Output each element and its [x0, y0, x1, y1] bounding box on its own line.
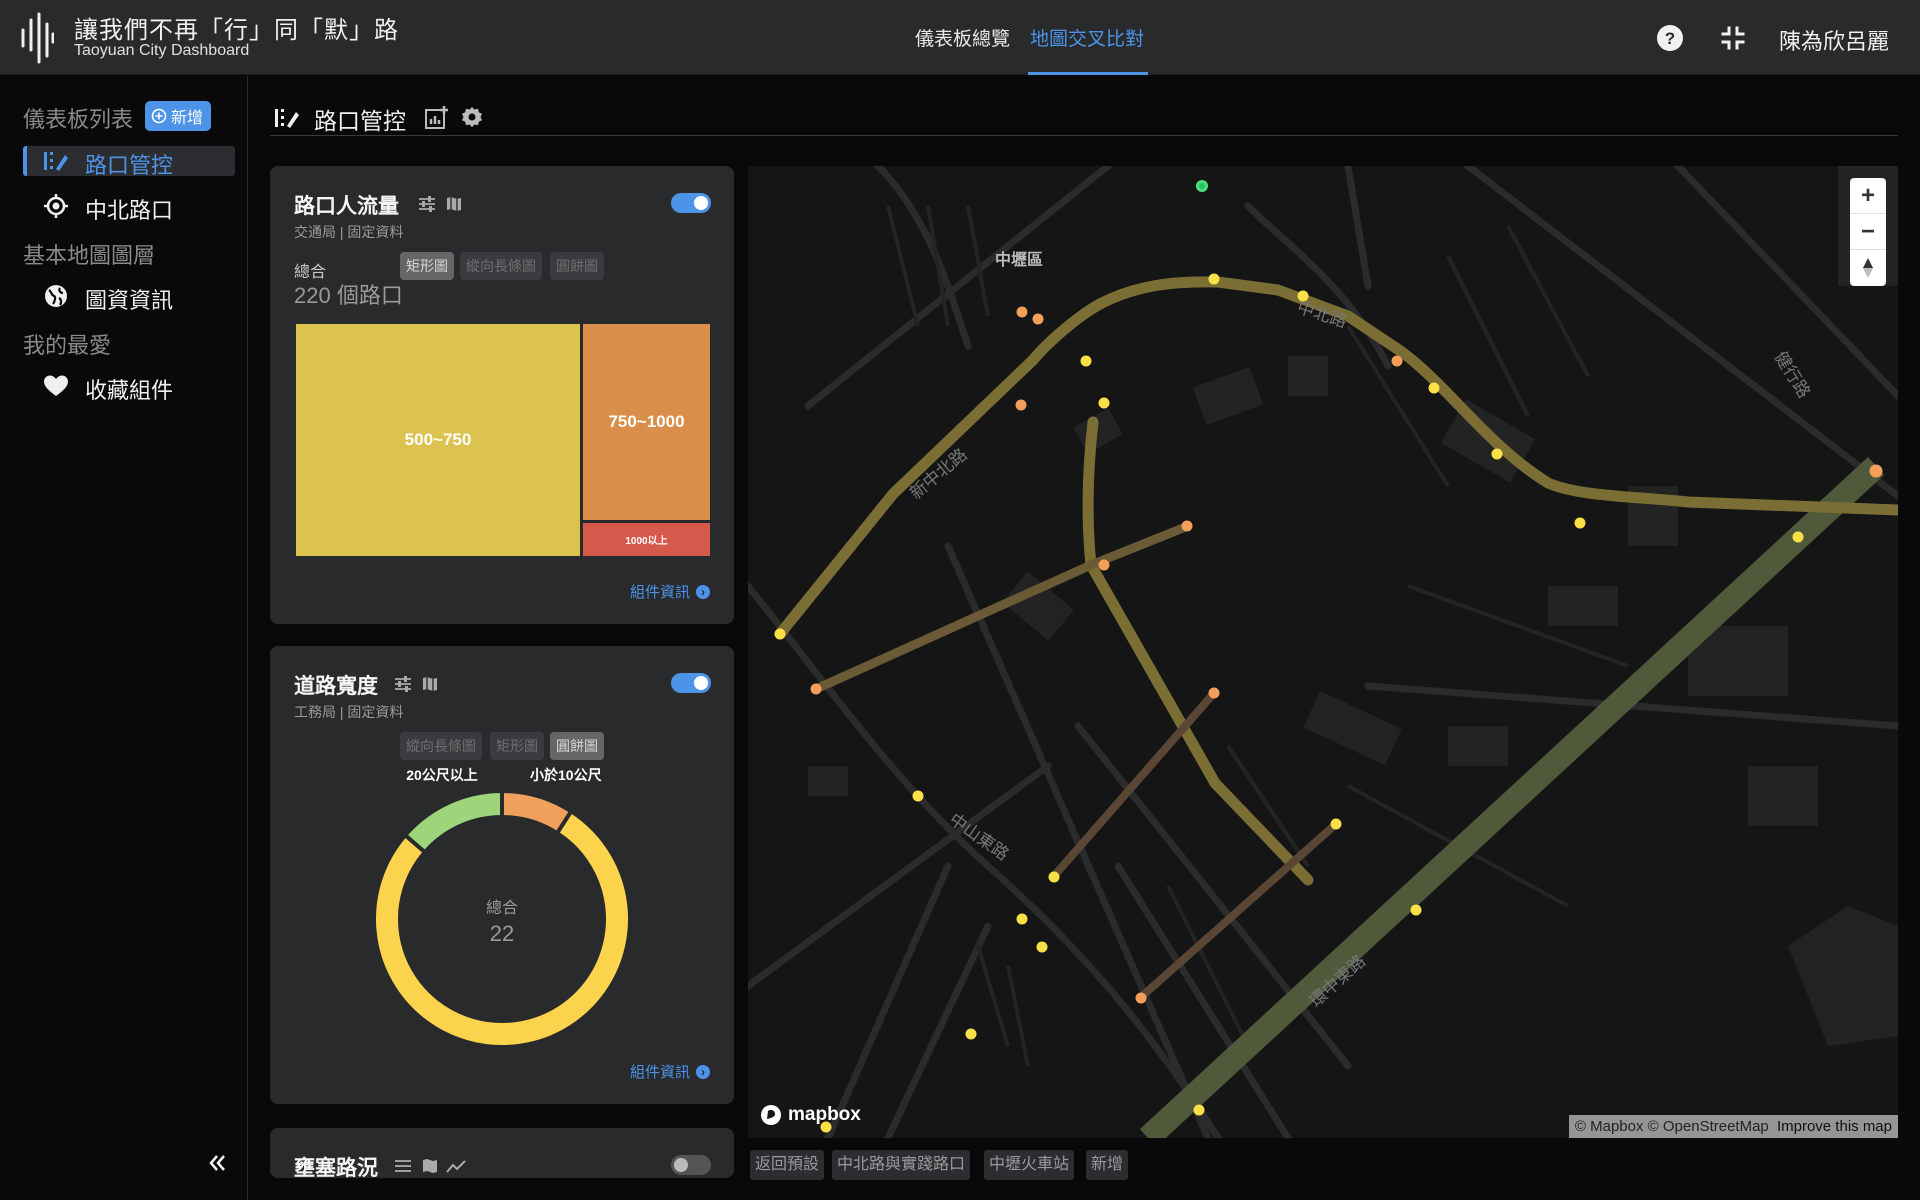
tab-map-cross-compare[interactable]: 地圖交叉比對 [1030, 24, 1144, 51]
sidebar-item-zhongbei-intersection[interactable]: 中北路口 [23, 191, 235, 223]
sidebar-item-map-info[interactable]: 圖資資訊 [23, 281, 235, 313]
crosshair-icon [44, 194, 68, 218]
add-circle-icon [151, 108, 167, 124]
card-source: 交通局 | 固定資料 [294, 224, 404, 240]
donut-total-label: 總合 [486, 899, 518, 917]
widget-info-label: 組件資訊 [629, 1064, 690, 1081]
improve-map-link[interactable]: Improve this map [1777, 1118, 1892, 1135]
help-icon[interactable]: ? [1656, 24, 1684, 52]
sidebar-item-favorites[interactable]: 收藏組件 [23, 371, 235, 403]
widget-card-road-width: 道路寬度 工務局 | 固定資料 縱向長條圖 矩形圖 圓餅圖 小於10公尺 10-2… [270, 646, 734, 1104]
intersection-icon [275, 109, 299, 128]
zoom-in-button[interactable]: + [1850, 178, 1886, 214]
page-title: 路口管控 [314, 108, 406, 134]
chart-type-pie[interactable]: 圓餅圖 [550, 732, 604, 760]
sidebar-item-label: 圖資資訊 [85, 288, 174, 313]
donut-total-value: 22 [490, 921, 514, 946]
new-dashboard-label: 新增 [171, 110, 204, 127]
basemap-layers-heading: 基本地圖圖層 [23, 243, 156, 268]
mapbox-logo-icon [761, 1105, 781, 1125]
donut-slice[interactable] [402, 788, 504, 856]
settings-gear-icon[interactable] [460, 106, 484, 130]
chart-type-pie[interactable]: 圓餅圖 [550, 252, 604, 280]
widget-visibility-toggle[interactable] [671, 193, 711, 213]
active-tab-indicator [1028, 72, 1148, 75]
chart-type-treemap[interactable]: 矩形圖 [490, 732, 544, 760]
donut-slice-label: 小於10公尺 [530, 767, 602, 783]
bookmark-zhongbei-shijian[interactable]: 中北路與實踐路口 [832, 1150, 971, 1180]
card-title: 路口人流量 [294, 195, 399, 218]
sidebar-item-label: 中北路口 [85, 198, 174, 223]
attribution-text: © Mapbox © OpenStreetMap [1574, 1118, 1769, 1135]
collapse-sidebar-icon[interactable] [206, 1152, 228, 1174]
treemap-cell[interactable]: 1000以上 [583, 523, 710, 556]
treemap-cell[interactable]: 750~1000 [583, 324, 710, 520]
chart-type-column[interactable]: 縱向長條圖 [460, 252, 542, 280]
widget-info-link[interactable]: 組件資訊 › [630, 581, 710, 602]
globe-icon [45, 285, 67, 307]
road-label: 健行路 [1771, 348, 1814, 401]
chart-type-column[interactable]: 縱向長條圖 [400, 732, 482, 760]
map-canvas[interactable]: 新中北路 中北路 中山東路 環中東路 健行路 [748, 166, 1898, 1138]
map-layer-icon[interactable] [446, 196, 462, 212]
map-layer-icon[interactable] [422, 1158, 438, 1174]
bookmark-add[interactable]: 新增 [1086, 1150, 1129, 1180]
sidebar-item-label: 路口管控 [85, 153, 174, 178]
card-source: 工務局 | 固定資料 [294, 704, 404, 720]
page-header: 路口管控 [270, 100, 1898, 136]
zoom-out-button[interactable]: − [1850, 214, 1886, 250]
widget-info-link[interactable]: 組件資訊 › [630, 1061, 710, 1082]
info-arrow-icon: › [696, 1064, 710, 1079]
widget-card-pedestrian-flow: 路口人流量 交通局 | 固定資料 矩形圖 縱向長條圖 圓餅圖 總合 220 個路… [270, 166, 734, 624]
filter-sliders-icon[interactable] [394, 676, 412, 692]
compass-icon [1863, 258, 1873, 278]
filter-sliders-icon[interactable] [418, 196, 436, 212]
add-chart-icon[interactable] [424, 106, 448, 130]
collapse-fullscreen-icon[interactable] [1719, 24, 1747, 52]
donut-slice-label: 20公尺以上 [406, 767, 478, 783]
app-subtitle: Taoyuan City Dashboard [74, 42, 250, 59]
mapbox-logo[interactable]: mapbox [760, 1104, 861, 1126]
card-title: 道路寬度 [294, 675, 378, 698]
new-dashboard-button[interactable]: 新增 [145, 101, 212, 131]
treemap-cell[interactable]: 500~750 [296, 324, 580, 556]
sidebar-item-intersection-control[interactable]: 路口管控 [23, 146, 235, 178]
user-name[interactable]: 陳為欣呂麗 [1779, 24, 1889, 56]
svg-text:?: ? [1665, 29, 1675, 48]
intersection-icon [44, 152, 68, 171]
mapbox-logo-text: mapbox [788, 1104, 861, 1125]
filter-sliders-icon[interactable] [394, 1158, 412, 1174]
total-value: 220 個路口 [294, 283, 403, 308]
donut-slice-label: 10-20公尺 [470, 1053, 534, 1054]
app-title: 讓我們不再「行」同「默」路 [74, 17, 399, 44]
app-logo-icon [21, 12, 54, 64]
zoom-control: + − [1850, 178, 1886, 286]
widget-info-label: 組件資訊 [629, 584, 690, 601]
dashboard-list-heading: 儀表板列表 [23, 107, 134, 132]
sidebar-item-label: 收藏組件 [85, 378, 174, 403]
bookmark-zhongli-station[interactable]: 中壢火車站 [984, 1150, 1075, 1180]
top-header: 讓我們不再「行」同「默」路 Taoyuan City Dashboard 儀表板… [0, 0, 1920, 75]
heart-icon [44, 375, 68, 396]
compass-reset-button[interactable] [1850, 250, 1886, 286]
map-layer-icon[interactable] [422, 676, 438, 692]
map-view[interactable]: 新中北路 中北路 中山東路 環中東路 健行路 中壢區 + − mapbox © … [748, 166, 1898, 1138]
trend-line-icon[interactable] [446, 1158, 466, 1174]
bookmark-reset-default[interactable]: 返回預設 [750, 1150, 825, 1180]
widget-visibility-toggle[interactable] [671, 1155, 711, 1175]
chart-type-treemap[interactable]: 矩形圖 [400, 252, 454, 280]
widget-card-congestion: 壅塞路況 [270, 1128, 734, 1178]
favorites-heading: 我的最愛 [23, 333, 112, 358]
sidebar: 儀表板列表 新增 路口管控 中北路口 基本地圖圖層 圖資資訊 我的最愛 收藏組件 [0, 76, 248, 1200]
card-title: 壅塞路況 [294, 1157, 378, 1178]
map-attribution: © Mapbox © OpenStreetMap Improve this ma… [1568, 1115, 1898, 1138]
widget-visibility-toggle[interactable] [671, 673, 711, 693]
info-arrow-icon: › [696, 584, 710, 599]
tab-dashboard-overview[interactable]: 儀表板總覽 [915, 24, 1010, 51]
donut-chart: 小於10公尺 10-20公尺 20公尺以上總合 22 [372, 767, 632, 1054]
district-label: 中壢區 [995, 252, 1044, 269]
treemap-chart: 500~750 750~1000 1000以上 [296, 324, 710, 556]
